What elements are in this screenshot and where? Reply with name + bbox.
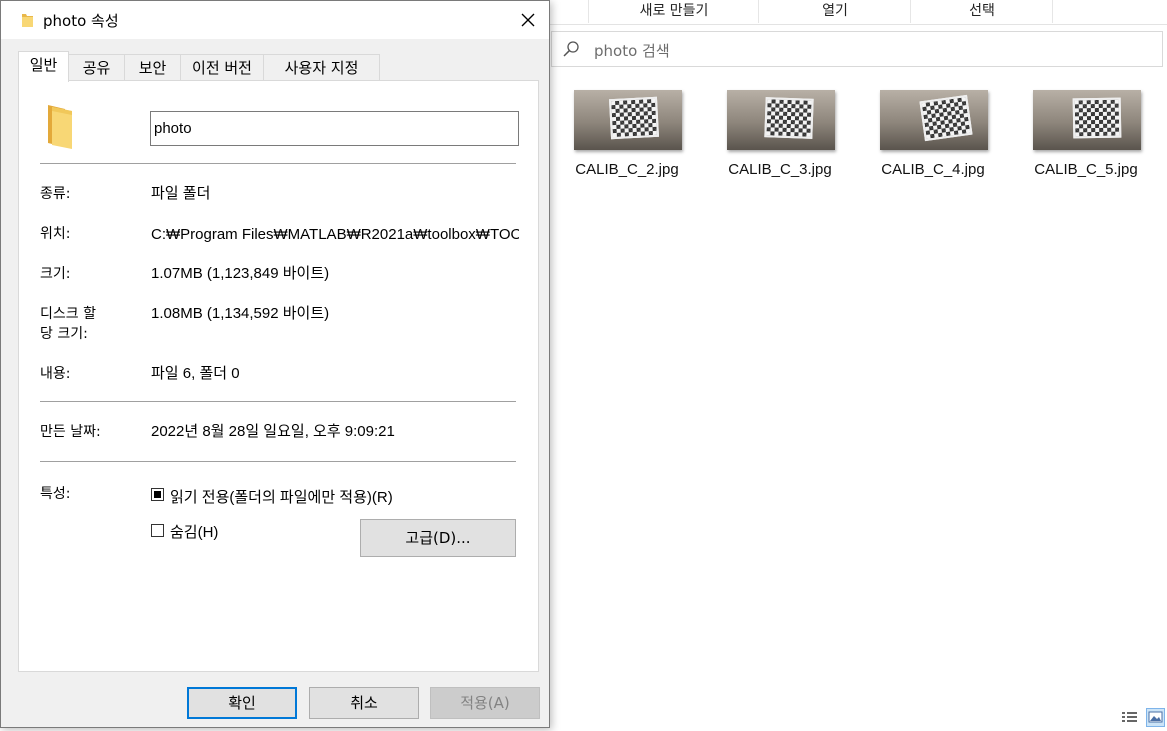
created-label: 만든 날짜: [40, 424, 101, 440]
ribbon-select-button[interactable]: 선택 [910, 0, 1053, 23]
details-view-icon[interactable] [1120, 708, 1139, 727]
file-name: CALIB_C_4.jpg [881, 161, 985, 178]
advanced-button[interactable]: 고급(D)... [360, 519, 516, 557]
attributes-label: 특성: [40, 486, 71, 502]
file-item[interactable]: CALIB_C_3.jpg [715, 90, 845, 190]
ok-button[interactable]: 확인 [187, 687, 297, 719]
file-name: CALIB_C_5.jpg [1034, 161, 1138, 178]
readonly-checkbox[interactable] [151, 488, 164, 501]
dialog-title: photo 속성 [43, 12, 119, 30]
contains-value: 파일 6, 폴더 0 [151, 365, 240, 382]
type-label: 종류: [40, 186, 71, 202]
folder-icon [45, 103, 75, 153]
tab-general[interactable]: 일반 [18, 51, 69, 82]
view-toggle-group [1120, 708, 1167, 728]
hidden-checkbox[interactable] [151, 524, 164, 537]
file-name: CALIB_C_3.jpg [728, 161, 832, 178]
tab-previous-versions[interactable]: 이전 버전 [180, 54, 264, 80]
search-icon [562, 40, 580, 62]
created-value: 2022년 8월 28일 일요일, 오후 9:09:21 [151, 423, 395, 440]
properties-dialog: photo 속성 일반 공유 보안 이전 버전 사용자 지정 종류: 파일 폴더… [0, 0, 550, 728]
tab-customize[interactable]: 사용자 지정 [263, 54, 380, 80]
dialog-title-bar[interactable]: photo 속성 [1, 1, 549, 39]
divider [40, 163, 516, 164]
size-value: 1.07MB (1,123,849 바이트) [151, 265, 330, 282]
location-value: C:₩Program Files₩MATLAB₩R2021a₩toolbox₩T… [151, 226, 519, 243]
location-label: 위치: [40, 226, 71, 242]
type-value: 파일 폴더 [151, 185, 211, 202]
image-thumbnail [1033, 90, 1141, 150]
hidden-checkbox-label[interactable]: 숨김(H) [170, 521, 218, 542]
readonly-checkbox-label[interactable]: 읽기 전용(폴더의 파일에만 적용)(R) [170, 486, 393, 507]
size-on-disk-value: 1.08MB (1,134,592 바이트) [151, 305, 330, 322]
search-input[interactable]: photo 검색 [551, 31, 1163, 67]
image-thumbnail [880, 90, 988, 150]
close-icon[interactable] [513, 5, 543, 35]
file-name: CALIB_C_2.jpg [575, 161, 679, 178]
file-item[interactable]: CALIB_C_4.jpg [868, 90, 998, 190]
ribbon-new-button[interactable]: 새로 만들기 [588, 0, 759, 23]
cancel-button[interactable]: 취소 [309, 687, 419, 719]
divider [40, 461, 516, 462]
file-item[interactable]: CALIB_C_5.jpg [1021, 90, 1151, 190]
ribbon-spacer [1052, 0, 1167, 23]
size-on-disk-label-line1: 디스크 할 [40, 306, 96, 322]
folder-name-field[interactable] [150, 111, 519, 146]
contains-label: 내용: [40, 366, 71, 382]
large-icons-view-icon[interactable] [1146, 708, 1165, 727]
ribbon-command-bar: 새로 만들기 열기 선택 [550, 0, 1167, 25]
ribbon-open-button[interactable]: 열기 [758, 0, 911, 23]
file-item[interactable]: CALIB_C_2.jpg [562, 90, 692, 190]
search-placeholder: photo 검색 [594, 42, 670, 60]
size-on-disk-label-line2: 당 크기: [40, 326, 88, 342]
tab-security[interactable]: 보안 [124, 54, 181, 80]
tab-sharing[interactable]: 공유 [68, 54, 125, 80]
folder-icon [21, 12, 35, 32]
size-label: 크기: [40, 266, 71, 282]
apply-button[interactable]: 적용(A) [430, 687, 540, 719]
general-tab-panel: 종류: 파일 폴더 위치: C:₩Program Files₩MATLAB₩R2… [18, 80, 539, 672]
divider [40, 401, 516, 402]
image-thumbnail [574, 90, 682, 150]
image-thumbnail [727, 90, 835, 150]
